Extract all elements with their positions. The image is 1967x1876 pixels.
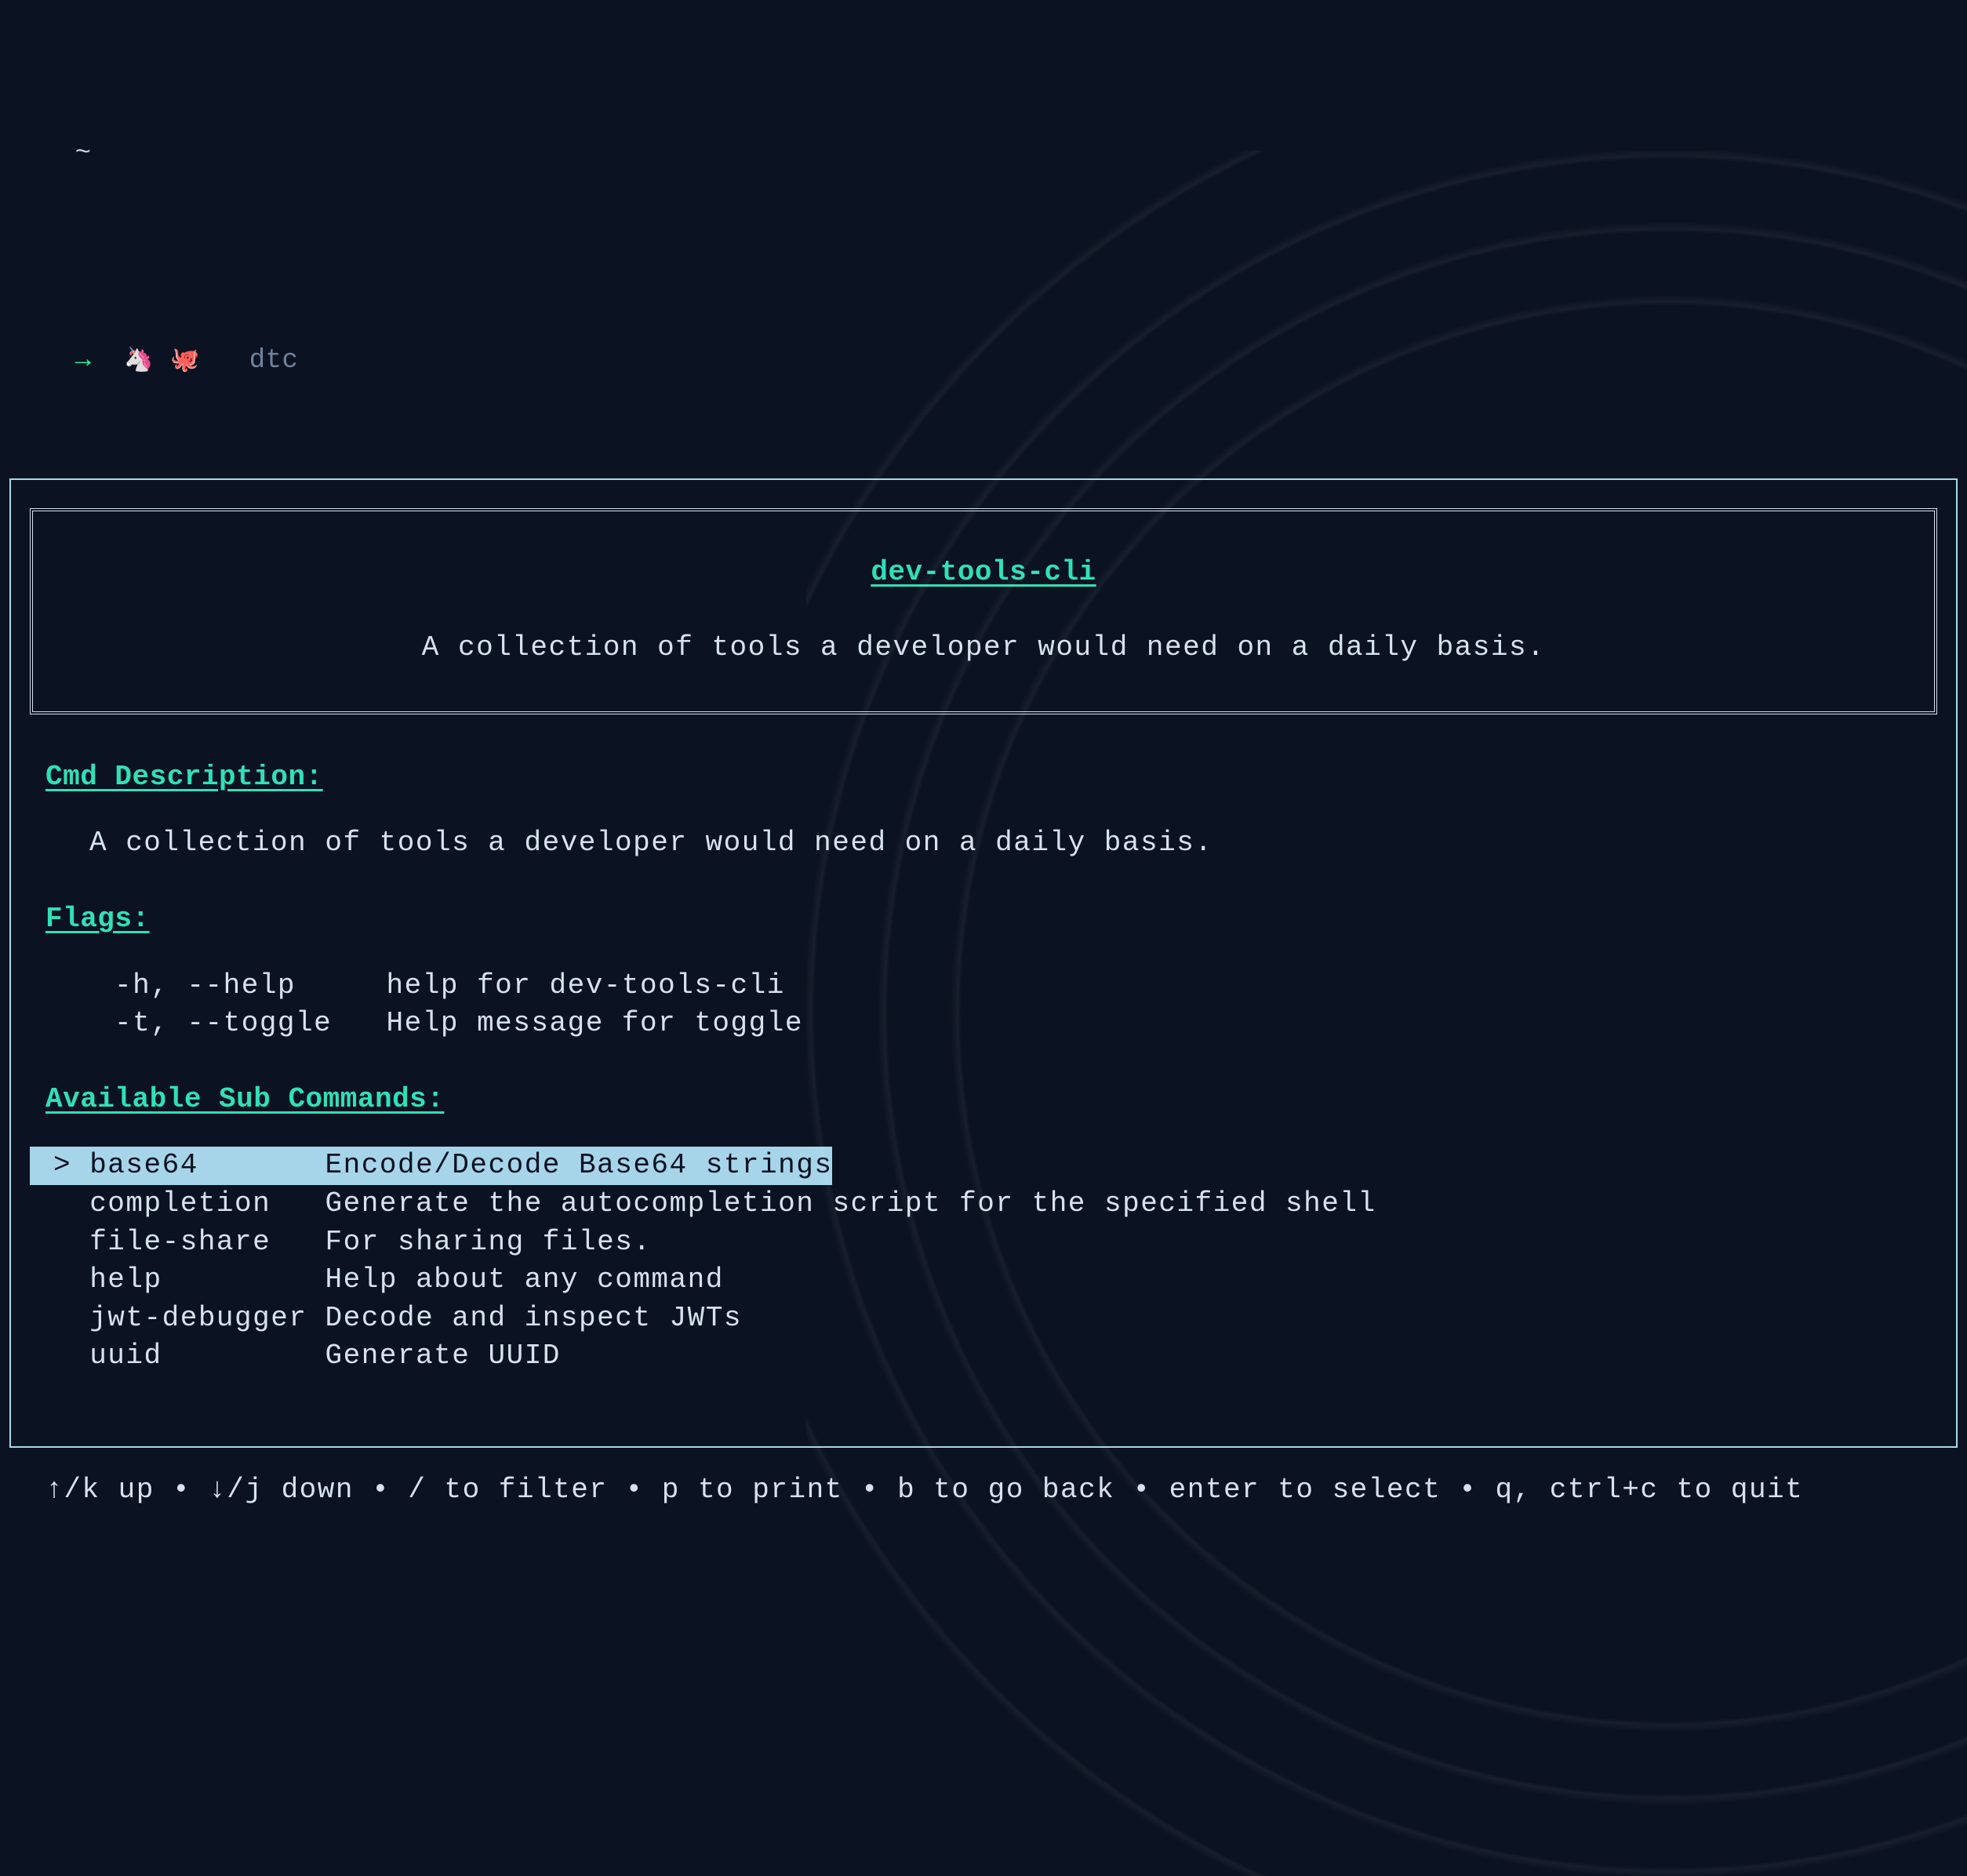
flag-row: -h, --help help for dev-tools-cli (115, 967, 1937, 1005)
flag-row: -t, --toggle Help message for toggle (115, 1005, 1937, 1043)
cmd-description-text: A collection of tools a developer would … (89, 824, 1937, 863)
subcommand-row[interactable]: help Help about any command (30, 1261, 1937, 1300)
subcommand-row[interactable]: file-share For sharing files. (30, 1223, 1937, 1262)
subcommand-list[interactable]: > base64 Encode/Decode Base64 strings co… (30, 1147, 1937, 1376)
app-subtitle: A collection of tools a developer would … (49, 629, 1918, 667)
heading-flags: Flags: (45, 900, 1937, 939)
heading-subcommands: Available Sub Commands: (45, 1081, 1937, 1119)
keybinding-hints: ↑/k up • ↓/j down • / to filter • p to p… (9, 1471, 1958, 1510)
subcommand-row[interactable]: > base64 Encode/Decode Base64 strings (30, 1147, 1937, 1185)
banner-box: dev-tools-cli A collection of tools a de… (30, 508, 1937, 714)
typed-command[interactable]: dtc (249, 346, 299, 376)
subcommand-row[interactable]: uuid Generate UUID (30, 1337, 1937, 1376)
shell-prompt: ~ → 🦄 🐙 dtc (9, 9, 1958, 464)
heading-cmd-description: Cmd Description: (45, 758, 1937, 797)
octopus-icon: 🐙 (170, 348, 200, 375)
unicorn-icon: 🦄 (124, 348, 154, 375)
prompt-tilde: ~ (75, 139, 92, 169)
tui-frame: dev-tools-cli A collection of tools a de… (9, 478, 1958, 1448)
flags-list: -h, --help help for dev-tools-cli-t, --t… (115, 967, 1937, 1043)
app-title: dev-tools-cli (49, 554, 1918, 592)
subcommand-row[interactable]: jwt-debugger Decode and inspect JWTs (30, 1300, 1937, 1338)
prompt-arrow-icon: → (75, 346, 92, 376)
subcommand-row[interactable]: completion Generate the autocompletion s… (30, 1185, 1937, 1223)
